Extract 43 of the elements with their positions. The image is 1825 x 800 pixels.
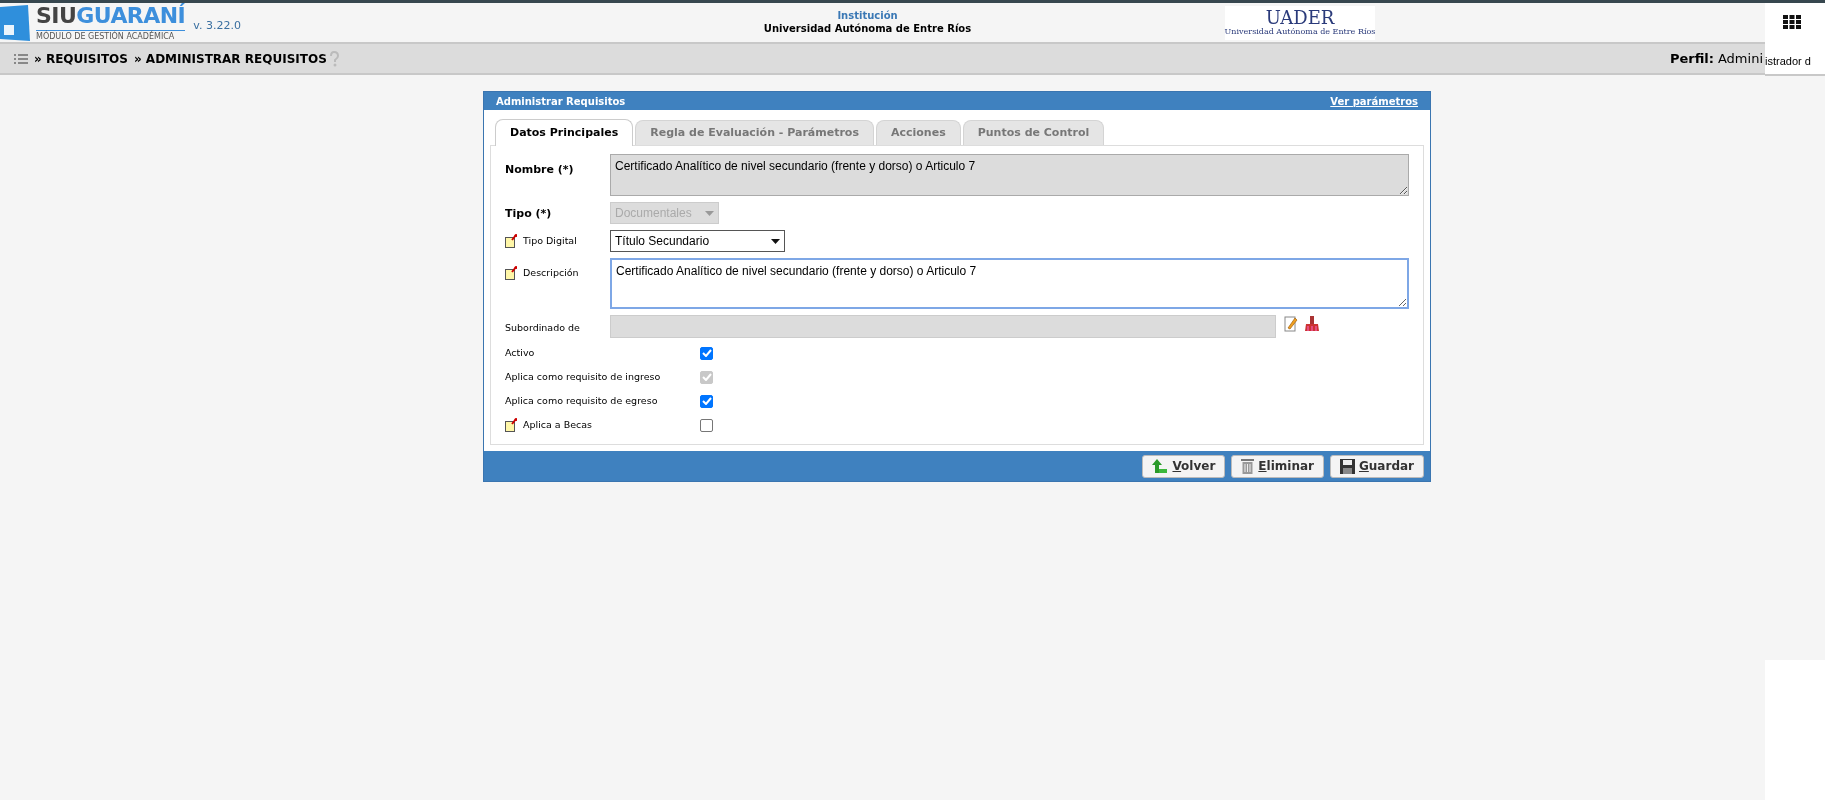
panel-title: Administrar Requisitos — [496, 94, 626, 109]
profile-value: Admini — [1717, 49, 1763, 68]
tab[interactable]: Acciones — [876, 120, 961, 145]
field-label: Aplica a Becas — [523, 417, 593, 432]
field-label: Subordinado de — [505, 321, 580, 335]
caret-icon — [771, 238, 780, 244]
institution-logo: UADER Universidad Autónoma de Entre Ríos — [1225, 5, 1375, 40]
breadcrumb-link[interactable]: » REQUISITOS — [34, 49, 128, 68]
caret-icon — [705, 210, 714, 216]
profile-value: istrador d — [1765, 54, 1811, 69]
institution-label: Institución — [837, 10, 898, 23]
checkbox[interactable] — [700, 394, 713, 408]
arrow-icon — [1152, 459, 1169, 473]
save-icon — [1339, 458, 1355, 474]
list-icon — [14, 53, 28, 64]
field-label: Tipo Digital — [523, 234, 577, 248]
text-area[interactable]: Certificado Analítico de nivel secundario (frente y dorso) o Articulo 7 — [610, 258, 1409, 309]
logo-text: SIU — [36, 4, 77, 27]
action-button[interactable]: Eliminar — [1231, 454, 1324, 478]
field-label: Aplica como requisito de egreso — [505, 393, 658, 408]
checkbox[interactable] — [700, 418, 713, 432]
logo-subtitle: MÓDULO DE GESTIÓN ACADÉMICA — [36, 29, 186, 41]
field-label: Nombre (*) — [505, 162, 574, 178]
field-label: Descripción — [523, 266, 579, 280]
field-label: Aplica como requisito de ingreso — [505, 369, 661, 384]
field-label: Activo — [505, 345, 535, 360]
tab[interactable]: Regla de Evaluación - Parámetros — [635, 120, 874, 145]
trash-icon — [1241, 458, 1255, 474]
action-button[interactable]: Guardar — [1329, 454, 1424, 478]
logo-text: GUARANÍ — [76, 4, 186, 27]
version-label: v. 3.22.0 — [193, 18, 241, 35]
tab[interactable]: Datos Principales — [495, 119, 634, 146]
action-button[interactable]: Volver — [1142, 454, 1226, 478]
breadcrumb-link[interactable]: » ADMINISTRAR REQUISITOS — [133, 49, 327, 68]
apps-grid-icon[interactable] — [1783, 15, 1801, 29]
parameters-link[interactable]: Ver parámetros — [1330, 93, 1418, 109]
help-icon — [328, 50, 339, 67]
institution-name: Universidad Autónoma de Entre Ríos — [763, 22, 972, 35]
dropdown[interactable]: Título Secundario — [610, 230, 785, 252]
checkbox[interactable] — [700, 346, 713, 360]
tab[interactable]: Puntos de Control — [962, 120, 1105, 145]
field-label: Tipo (*) — [505, 206, 552, 222]
profile-label: Perfil: — [1669, 49, 1714, 68]
